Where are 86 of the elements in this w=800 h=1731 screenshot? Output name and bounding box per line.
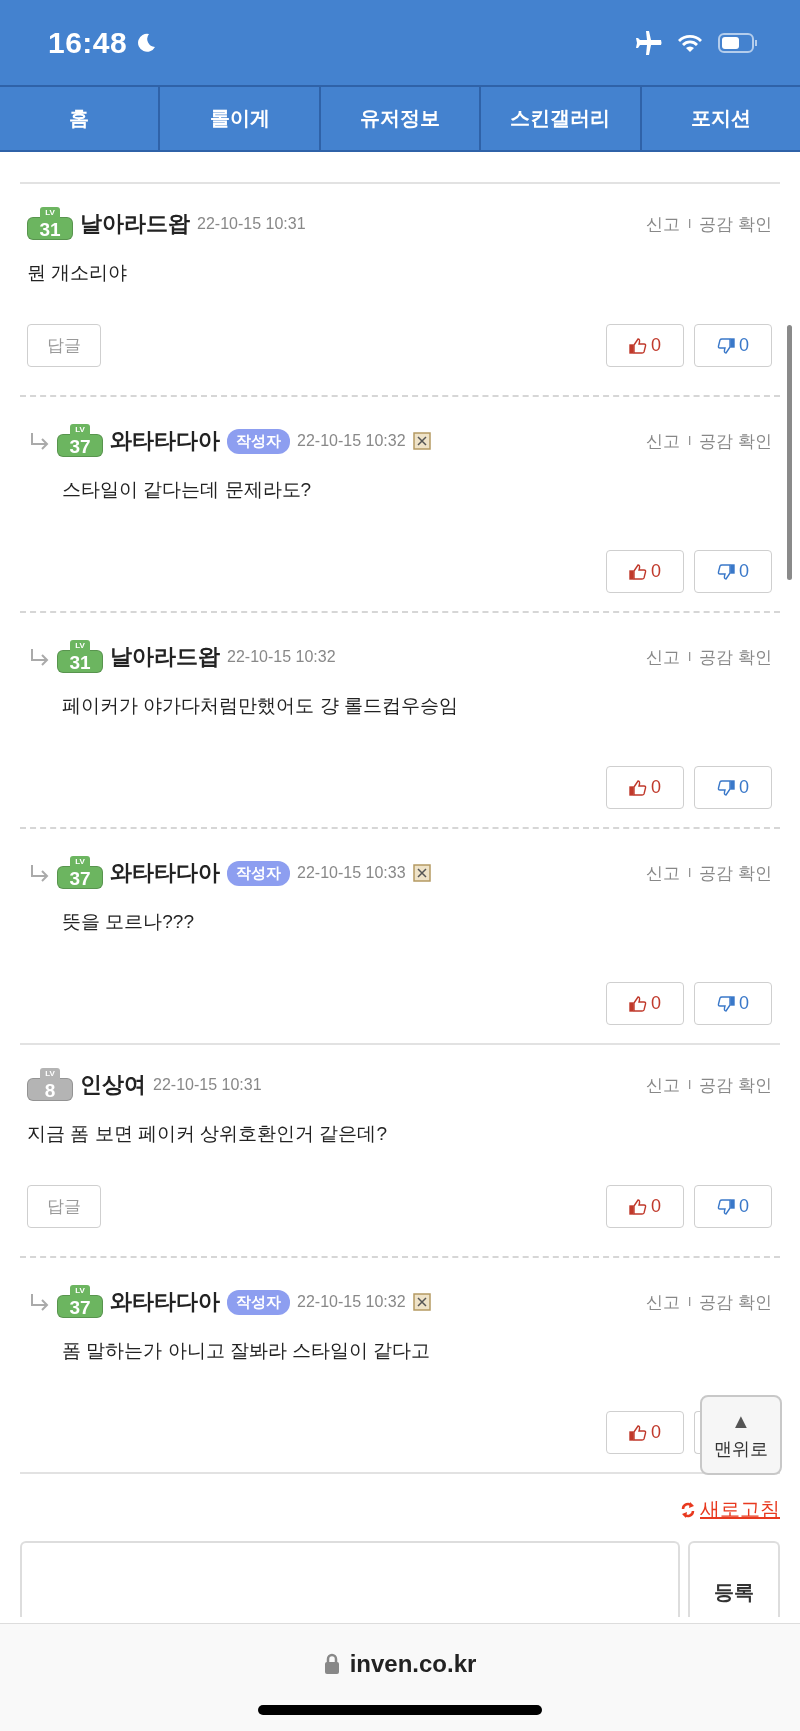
- dislike-button[interactable]: 0: [694, 982, 772, 1025]
- lock-icon: [323, 1653, 340, 1675]
- reply-button[interactable]: 답글: [27, 324, 101, 367]
- reply-button[interactable]: 답글: [27, 1185, 101, 1228]
- comment-text: 폼 말하는가 아니고 잘봐라 스타일이 같다고: [61, 1339, 432, 1363]
- dislike-button[interactable]: 0: [694, 324, 772, 367]
- comment-text: 페이커가 야가다처럼만했어도 걍 롤드컵우승임: [61, 694, 459, 718]
- like-button[interactable]: 0: [606, 550, 684, 593]
- thumbs-down-icon: [717, 1197, 735, 1216]
- separator: I: [687, 1078, 692, 1092]
- username[interactable]: 와타타다아: [110, 1287, 220, 1317]
- like-button[interactable]: 0: [606, 982, 684, 1025]
- report-link[interactable]: 신고: [645, 429, 680, 453]
- empathy-link[interactable]: 공감 확인: [699, 429, 772, 453]
- battery-icon: [718, 31, 758, 54]
- reply-arrow-icon: [30, 864, 50, 882]
- author-badge: 작성자: [227, 428, 290, 454]
- report-link[interactable]: 신고: [645, 1290, 680, 1314]
- comment-text: 뜻을 모르나???: [61, 910, 195, 934]
- like-button[interactable]: 0: [606, 1185, 684, 1228]
- timestamp: 22-10-15 10:33: [297, 864, 406, 882]
- report-link[interactable]: 신고: [645, 1073, 680, 1097]
- separator: I: [687, 866, 692, 880]
- url-text[interactable]: inven.co.kr: [349, 1650, 477, 1678]
- separator: I: [687, 217, 692, 231]
- report-link[interactable]: 신고: [645, 212, 680, 236]
- x-box-icon[interactable]: [412, 432, 431, 450]
- thumbs-down-icon: [717, 336, 735, 355]
- empathy-link[interactable]: 공감 확인: [699, 1290, 772, 1314]
- thumbs-up-icon: [629, 778, 647, 797]
- comment-text: 지금 폼 보면 페이커 상위호환인거 같은데?: [27, 1122, 388, 1146]
- like-button[interactable]: 0: [606, 324, 684, 367]
- reply-arrow-icon: [30, 432, 50, 450]
- comment-text: 뭔 개소리야: [27, 261, 129, 285]
- thumbs-down-icon: [717, 994, 735, 1013]
- dislike-button[interactable]: 0: [694, 1185, 772, 1228]
- nav-tab[interactable]: 홈: [0, 87, 159, 150]
- timestamp: 22-10-15 10:32: [297, 1293, 406, 1311]
- refresh-icon: [680, 1499, 696, 1520]
- empathy-link[interactable]: 공감 확인: [699, 861, 772, 885]
- like-button[interactable]: 0: [606, 766, 684, 809]
- comment-input[interactable]: [20, 1541, 680, 1617]
- separator: I: [687, 1295, 692, 1309]
- thumbs-up-icon: [629, 1423, 647, 1442]
- author-badge: 작성자: [227, 860, 290, 886]
- thumbs-up-icon: [629, 994, 647, 1013]
- moon-icon: [135, 31, 158, 54]
- timestamp: 22-10-15 10:32: [297, 432, 406, 450]
- x-box-icon[interactable]: [412, 1293, 431, 1311]
- username[interactable]: 인상여: [80, 1070, 146, 1100]
- thumbs-down-icon: [717, 778, 735, 797]
- thumbs-up-icon: [629, 1197, 647, 1216]
- like-button[interactable]: 0: [606, 1411, 684, 1454]
- empathy-link[interactable]: 공감 확인: [699, 1073, 772, 1097]
- username[interactable]: 날아라드왑: [80, 209, 190, 239]
- username[interactable]: 날아라드왑: [110, 642, 220, 672]
- reply-arrow-icon: [30, 1293, 50, 1311]
- airplane-icon: [634, 29, 662, 56]
- x-box-icon[interactable]: [412, 864, 431, 882]
- thumbs-up-icon: [629, 562, 647, 581]
- reply-arrow-icon: [30, 648, 50, 666]
- dislike-button[interactable]: 0: [694, 550, 772, 593]
- dislike-button[interactable]: 0: [694, 766, 772, 809]
- status-time: 16:48: [48, 25, 128, 60]
- nav-tab[interactable]: 유저정보: [318, 87, 480, 150]
- submit-button[interactable]: 등록: [688, 1541, 780, 1617]
- refresh-link[interactable]: 새로고침: [700, 1496, 780, 1523]
- separator: I: [687, 434, 692, 448]
- separator: I: [687, 650, 692, 664]
- report-link[interactable]: 신고: [645, 645, 680, 669]
- author-badge: 작성자: [227, 1289, 290, 1315]
- timestamp: 22-10-15 10:32: [227, 648, 336, 666]
- scroll-top-button[interactable]: ▲ 맨위로: [700, 1395, 782, 1475]
- empathy-link[interactable]: 공감 확인: [699, 645, 772, 669]
- thumbs-up-icon: [629, 336, 647, 355]
- username[interactable]: 와타타다아: [110, 858, 220, 888]
- nav-tab[interactable]: 롤이게: [158, 87, 319, 150]
- empathy-link[interactable]: 공감 확인: [699, 212, 772, 236]
- thumbs-down-icon: [717, 562, 735, 581]
- timestamp: 22-10-15 10:31: [197, 215, 306, 233]
- nav-tab[interactable]: 포지션: [639, 87, 800, 150]
- report-link[interactable]: 신고: [645, 861, 680, 885]
- timestamp: 22-10-15 10:31: [153, 1076, 262, 1094]
- username[interactable]: 와타타다아: [110, 426, 220, 456]
- comment-text: 스타일이 같다는데 문제라도?: [61, 478, 313, 502]
- nav-tab[interactable]: 스킨갤러리: [479, 87, 640, 150]
